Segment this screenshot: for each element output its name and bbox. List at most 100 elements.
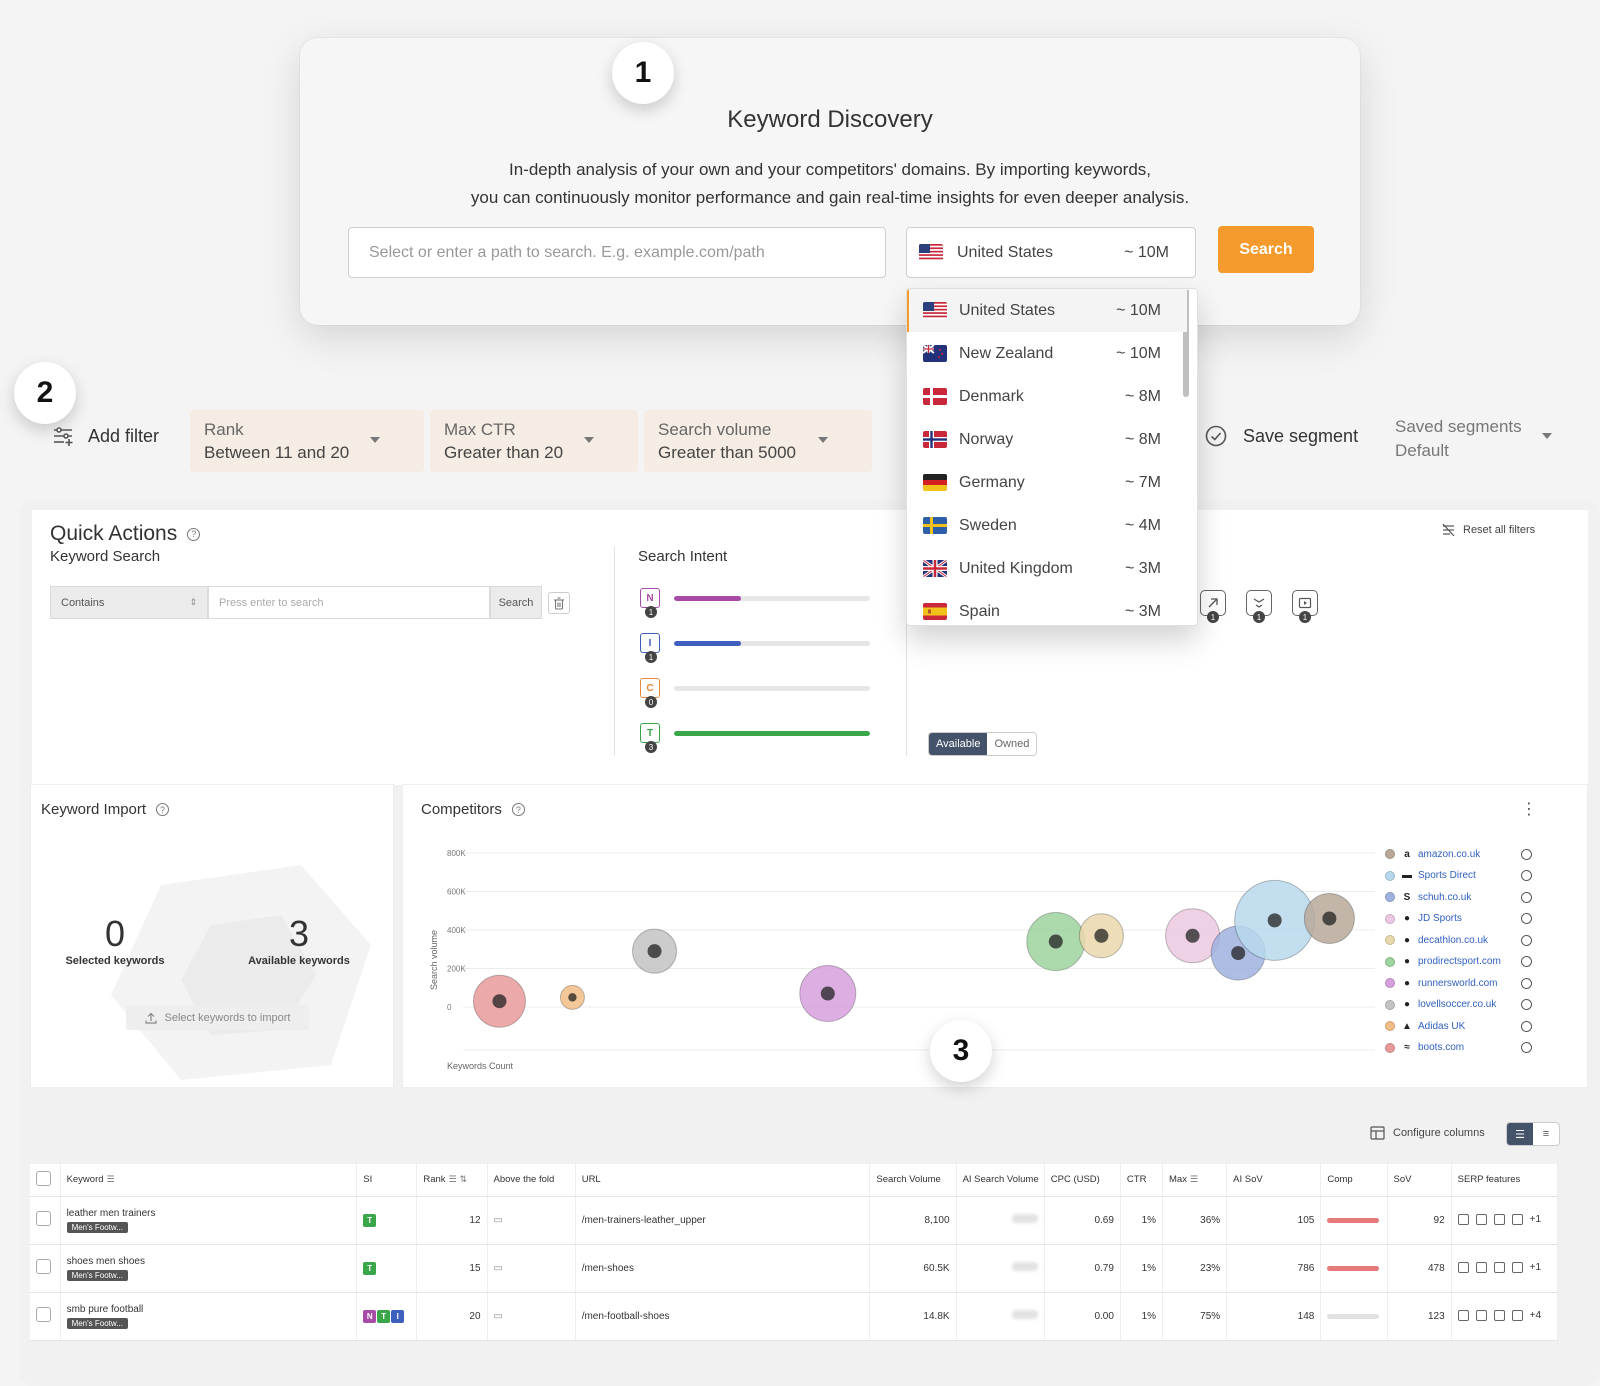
row-checkbox[interactable] [36,1259,51,1274]
path-search-input[interactable] [348,227,886,278]
keyword-search-input[interactable] [208,586,490,619]
country-select[interactable]: United States ~ 10M [906,227,1196,278]
video-icon[interactable]: 1 [1292,590,1318,623]
country-option-norway[interactable]: Norway ~ 8M [907,418,1187,461]
legend-item[interactable]: Sschuh.co.uk [1385,888,1545,906]
save-segment-button[interactable]: Save segment [1205,425,1358,447]
country-option-germany[interactable]: Germany ~ 7M [907,461,1187,504]
keyword-text[interactable]: leather men trainers [67,1208,351,1219]
column-header-cpc[interactable]: CPC (USD) [1044,1164,1121,1197]
list-view-icon[interactable]: ≡ [1533,1123,1559,1145]
serp-more-count[interactable]: +1 [1530,1215,1541,1226]
filter-icon[interactable]: ☰ [107,1174,115,1184]
compact-view-icon[interactable]: ☰ [1507,1123,1533,1145]
column-header-above-fold[interactable]: Above the fold [487,1164,576,1197]
legend-item[interactable]: ● JD Sports [1385,910,1545,928]
select-keywords-import-button[interactable]: Select keywords to import [126,1005,309,1030]
legend-item[interactable]: ▬ Sports Direct [1385,867,1545,885]
trash-icon[interactable] [548,592,570,614]
column-header-ai-search-volume[interactable]: AI Search Volume [956,1164,1045,1197]
column-header-ctr[interactable]: CTR [1120,1164,1164,1197]
density-toggle[interactable]: ☰ ≡ [1506,1122,1560,1146]
sitelinks-icon[interactable]: 1 [1200,590,1226,623]
keyword-text[interactable]: smb pure football [67,1304,351,1315]
legend-item[interactable]: ● decathlon.co.uk [1385,931,1545,949]
filter-icon[interactable]: ☰ [1190,1174,1198,1184]
search-button[interactable]: Search [1218,226,1314,273]
help-icon[interactable]: ? [156,803,170,816]
intent-row-commercial[interactable]: C 0 [640,678,880,708]
url-cell[interactable]: /men-football-shoes [575,1292,871,1341]
legend-item[interactable]: ● runnersworld.com [1385,974,1545,992]
add-filter-button[interactable]: Add filter [52,425,159,447]
country-option-united-kingdom[interactable]: United Kingdom ~ 3M [907,547,1187,590]
column-header-comp[interactable]: Comp [1320,1164,1388,1197]
country-dropdown[interactable]: United States ~ 10M New Zealand ~ 10M De… [906,288,1198,626]
intent-row-informational[interactable]: I 1 [640,633,880,663]
filter-chip-search-volume[interactable]: Search volume Greater than 5000 [644,410,872,472]
more-options-icon[interactable]: ⋮ [1521,799,1537,819]
column-header-ai-sov[interactable]: AI SoV [1226,1164,1322,1197]
keyword-tag[interactable]: Men's Footw... [66,1221,128,1233]
eye-icon[interactable] [1521,848,1532,860]
eye-icon[interactable] [1521,1020,1532,1032]
eye-icon[interactable] [1521,913,1532,924]
eye-icon[interactable] [1521,977,1532,989]
country-option-united-states[interactable]: United States ~ 10M [907,289,1187,332]
country-option-spain[interactable]: Spain ~ 3M [907,590,1187,625]
eye-icon[interactable] [1521,956,1532,967]
filter-chip-max-ctr[interactable]: Max CTR Greater than 20 [430,410,638,472]
column-header-keyword[interactable]: Keyword ☰ [60,1164,358,1197]
keyword-tag[interactable]: Men's Footw... [66,1269,128,1281]
column-header-serp-features[interactable]: SERP features [1451,1164,1559,1197]
intent-row-transactional[interactable]: T 3 [640,723,880,753]
row-checkbox[interactable] [36,1211,51,1226]
table-row[interactable]: smb pure football Men's Footw... N T I 20 ▭/me… [30,1292,1559,1341]
keyword-text[interactable]: shoes men shoes [67,1256,351,1267]
column-header-si[interactable]: SI [356,1164,418,1197]
table-row[interactable]: shoes men shoes Men's Footw... T 15 ▭ /men-sh… [30,1244,1559,1293]
legend-item[interactable]: ▲ Adidas UK [1385,1017,1545,1035]
filter-icon[interactable]: ☰ [449,1174,457,1184]
serp-more-count[interactable]: +4 [1530,1311,1541,1322]
available-owned-toggle[interactable]: Available Owned [928,732,1038,756]
legend-item[interactable]: a amazon.co.uk [1385,845,1545,863]
legend-item[interactable]: ● prodirectsport.com [1385,953,1545,971]
column-header-rank[interactable]: Rank ☰ ⇅ [416,1164,488,1197]
url-cell[interactable]: /men-trainers-leather_upper [575,1196,871,1245]
eye-icon[interactable] [1521,1042,1532,1053]
eye-icon[interactable] [1521,891,1532,903]
country-option-sweden[interactable]: Sweden ~ 4M [907,504,1187,547]
sort-icon[interactable]: ⇅ [460,1174,468,1184]
country-option-denmark[interactable]: Denmark ~ 8M [907,375,1187,418]
country-option-new-zealand[interactable]: New Zealand ~ 10M [907,332,1187,375]
row-checkbox[interactable] [36,1307,51,1322]
column-header-sov[interactable]: SoV [1387,1164,1452,1197]
intent-row-navigational[interactable]: N 1 [640,588,880,618]
column-header-max[interactable]: Max ☰ [1162,1164,1228,1197]
eye-icon[interactable] [1521,870,1532,881]
competitors-card: Competitors ? ⋮ 0 200K 400K 600K 800K Keyword… [402,784,1588,1088]
configure-columns-button[interactable]: Configure columns [1370,1126,1485,1140]
toggle-available[interactable]: Available [929,733,988,755]
table-row[interactable]: leather men trainers Men's Footw... T 12 ▭ /m… [30,1196,1559,1245]
keyword-search-button[interactable]: Search [490,586,542,619]
toggle-owned[interactable]: Owned [987,733,1037,755]
help-icon[interactable]: ? [187,527,201,541]
local-pack-icon[interactable]: 1 [1246,590,1272,623]
column-header-url[interactable]: URL [575,1164,871,1197]
url-cell[interactable]: /men-shoes [575,1244,871,1293]
keyword-tag[interactable]: Men's Footw... [66,1317,128,1329]
eye-icon[interactable] [1521,999,1532,1010]
serp-more-count[interactable]: +1 [1530,1263,1541,1274]
reset-all-filters-button[interactable]: Reset all filters [1442,524,1535,536]
legend-item[interactable]: ≈ boots.com [1385,1039,1545,1057]
legend-item[interactable]: ● lovellsoccer.co.uk [1385,996,1545,1014]
saved-segments-select[interactable]: Saved segments Default [1395,415,1552,463]
column-header-search-volume[interactable]: Search Volume [869,1164,957,1197]
eye-icon[interactable] [1521,934,1532,946]
filter-chip-rank[interactable]: Rank Between 11 and 20 [190,410,424,472]
select-all-checkbox[interactable] [36,1170,51,1186]
match-type-select[interactable]: Contains ⇕ [50,586,208,619]
serp-feature-icon [1475,1214,1487,1226]
